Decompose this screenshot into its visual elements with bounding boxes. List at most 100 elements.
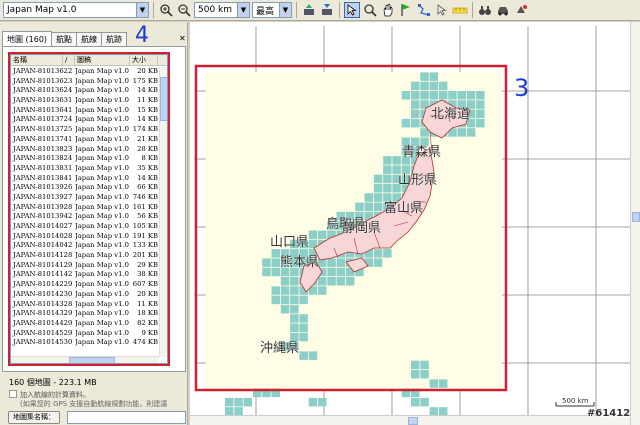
map-tile [336, 267, 346, 277]
map-tile [280, 304, 290, 314]
scale-bar-label: 500 km [562, 397, 589, 405]
scroll-thumb[interactable] [408, 417, 418, 425]
watermark-label: #61412 [587, 408, 631, 419]
close-icon[interactable]: ✕ [179, 34, 186, 43]
map-tile [318, 397, 327, 407]
map-tile [271, 286, 280, 295]
map-tile [401, 118, 411, 128]
tab-tracks[interactable]: 航跡 [101, 32, 128, 46]
map-tile [299, 351, 308, 360]
map-tile [411, 100, 420, 109]
map-tile [271, 249, 280, 258]
map-tile [318, 277, 327, 286]
map-tile [438, 81, 448, 91]
tab-waypoints[interactable]: 航點 [51, 32, 78, 46]
map-tile [327, 277, 336, 286]
map-product-select[interactable]: Japan Map v1.0 ▼ [3, 2, 149, 18]
detail-level-value: 最高 [256, 6, 275, 17]
detail-level-select[interactable]: 最高 ▼ [252, 2, 292, 18]
map-tile [429, 81, 439, 91]
map-tile [308, 351, 318, 360]
highlight-box-list [8, 52, 170, 366]
map-tile [318, 286, 327, 295]
map-tile [429, 72, 439, 81]
satellite-icon[interactable] [513, 2, 529, 18]
map-vertical-scrollbar[interactable] [630, 22, 640, 425]
map-tile [225, 397, 234, 407]
map-count-summary: 160 個地圖 - 223.1 MB [9, 378, 97, 387]
scroll-thumb[interactable] [632, 212, 640, 222]
map-tile [327, 267, 336, 277]
map-tile [383, 156, 392, 165]
map-tile [476, 100, 485, 109]
map-tile [271, 295, 280, 305]
tab-routes[interactable]: 航線 [76, 32, 103, 46]
map-tile [290, 304, 299, 314]
map-tile [429, 379, 439, 388]
map-tile [466, 91, 476, 100]
map-tile [373, 202, 383, 212]
map-tile [411, 91, 420, 100]
ruler-icon[interactable] [452, 2, 468, 18]
routing-note: (如果您的 GPS 支援自動航線規劃功能，則建議 [20, 400, 168, 408]
map-tile [299, 314, 308, 323]
map-tile [457, 91, 466, 100]
send-to-device-icon[interactable] [301, 2, 317, 18]
map-horizontal-scrollbar[interactable] [190, 415, 630, 425]
chevron-down-icon: ▼ [136, 3, 148, 17]
toolbar-separator [296, 2, 297, 18]
map-tile [364, 202, 373, 212]
map-tile [411, 360, 420, 370]
map-tile [355, 202, 364, 212]
map-tile [420, 72, 429, 81]
vehicle-icon[interactable] [495, 2, 511, 18]
map-tile [308, 230, 318, 239]
map-tile [336, 277, 346, 286]
map-tile [438, 91, 448, 100]
map-tile [373, 249, 383, 258]
map-tile [466, 128, 476, 137]
map-tile [262, 258, 271, 267]
left-panel: 地圖 (160) 航點 航線 航跡 ✕ 名稱 / 圖稿 大小 JAPAN-810… [0, 22, 188, 425]
map-product-value: Japan Map v1.0 [7, 5, 77, 15]
binoculars-icon[interactable] [477, 2, 493, 18]
panel-tabs: 地圖 (160) 航點 航線 航跡 [2, 31, 128, 46]
map-tile [234, 397, 243, 407]
toolbar-separator [153, 2, 154, 18]
map-tile [345, 277, 355, 286]
routing-checkbox[interactable] [9, 390, 17, 398]
map-canvas[interactable]: 北海道青森県山形県富山県鳥取県静岡県山口県熊本県沖縄県3500 km [194, 26, 630, 416]
receive-from-device-icon[interactable] [319, 2, 335, 18]
scale-select[interactable]: 500 km ▼ [194, 2, 250, 18]
route-tool-icon[interactable] [416, 2, 432, 18]
chevron-down-icon: ▼ [279, 3, 291, 17]
map-tile [420, 370, 429, 379]
map-tile [383, 249, 392, 258]
waypoint-flag-icon[interactable] [398, 2, 414, 18]
track-pointer-icon[interactable] [434, 2, 450, 18]
tab-maps[interactable]: 地圖 (160) [2, 31, 53, 46]
map-view[interactable]: 北海道 青森県 山形県 富山県 鳥取県 静岡県 山口県 熊本県 沖縄県 3 500 km [190, 22, 640, 425]
pan-hand-icon[interactable] [380, 2, 396, 18]
map-tile [327, 258, 336, 267]
toolbar-separator [339, 2, 340, 18]
zoom-in-icon[interactable] [158, 2, 174, 18]
prefecture-label: 熊本県 [280, 254, 319, 270]
map-tile [420, 91, 429, 100]
select-tool-icon[interactable] [344, 2, 360, 18]
prefecture-label: 山口県 [270, 235, 309, 250]
zoom-out-icon[interactable] [176, 2, 192, 18]
map-tile [411, 118, 420, 128]
mapset-name-button[interactable]: 地圖集名稱： [8, 411, 60, 424]
map-tile [336, 258, 346, 267]
map-tile [383, 174, 392, 184]
map-tile [290, 323, 299, 332]
map-tile [299, 323, 308, 332]
zoom-tool-icon[interactable] [362, 2, 378, 18]
prefecture-label: 富山県 [384, 200, 423, 216]
mapset-name-input[interactable] [67, 411, 186, 424]
map-tile [411, 370, 420, 379]
map-tile [411, 397, 420, 407]
prefecture-label: 静岡県 [342, 221, 381, 236]
map-tile [262, 267, 271, 277]
